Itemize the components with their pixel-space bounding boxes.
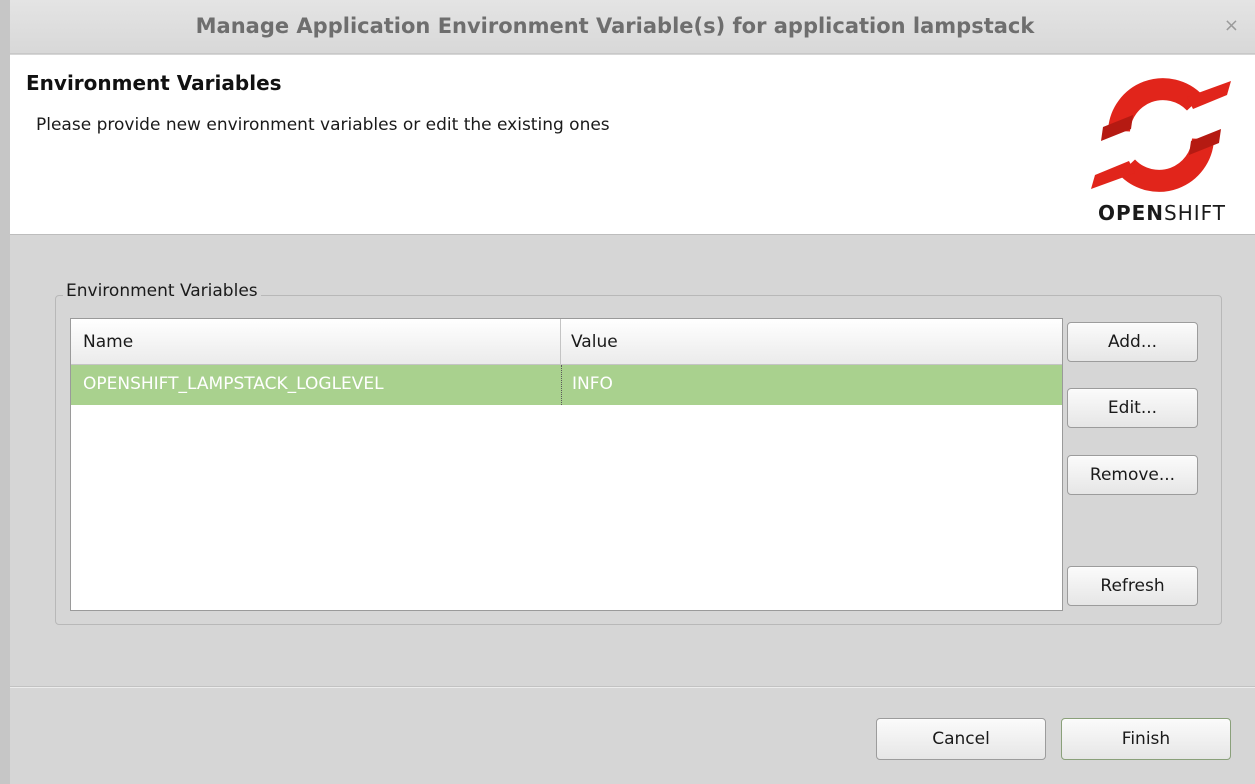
column-header-name[interactable]: Name [71,319,561,365]
cell-name: OPENSHIFT_LAMPSTACK_LOGLEVEL [83,374,384,394]
add-button[interactable]: Add... [1067,322,1198,362]
page-description: Please provide new environment variables… [36,115,610,135]
table-row[interactable]: OPENSHIFT_LAMPSTACK_LOGLEVEL INFO [71,365,1062,405]
cancel-button[interactable]: Cancel [876,718,1046,760]
table-header: Name Value [71,319,1062,365]
dialog-window: Manage Application Environment Variable(… [0,0,1255,784]
openshift-logo: OPENSHIFT [1073,75,1253,235]
finish-button[interactable]: Finish [1061,718,1231,760]
title-bar[interactable]: Manage Application Environment Variable(… [10,0,1255,54]
openshift-logo-icon [1091,78,1231,192]
footer-separator [10,686,1255,688]
remove-button[interactable]: Remove... [1067,455,1198,495]
column-header-value[interactable]: Value [561,319,1062,365]
refresh-button[interactable]: Refresh [1067,566,1198,606]
group-legend: Environment Variables [63,281,261,301]
page-title: Environment Variables [26,71,282,95]
window-title: Manage Application Environment Variable(… [195,14,1035,38]
close-icon[interactable]: × [1224,17,1239,35]
cell-value: INFO [561,365,1061,405]
openshift-wordmark: OPENSHIFT [1097,201,1227,225]
edit-button[interactable]: Edit... [1067,388,1198,428]
header-banner: Environment Variables Please provide new… [10,55,1255,235]
env-vars-table[interactable]: Name Value OPENSHIFT_LAMPSTACK_LOGLEVEL … [70,318,1063,611]
